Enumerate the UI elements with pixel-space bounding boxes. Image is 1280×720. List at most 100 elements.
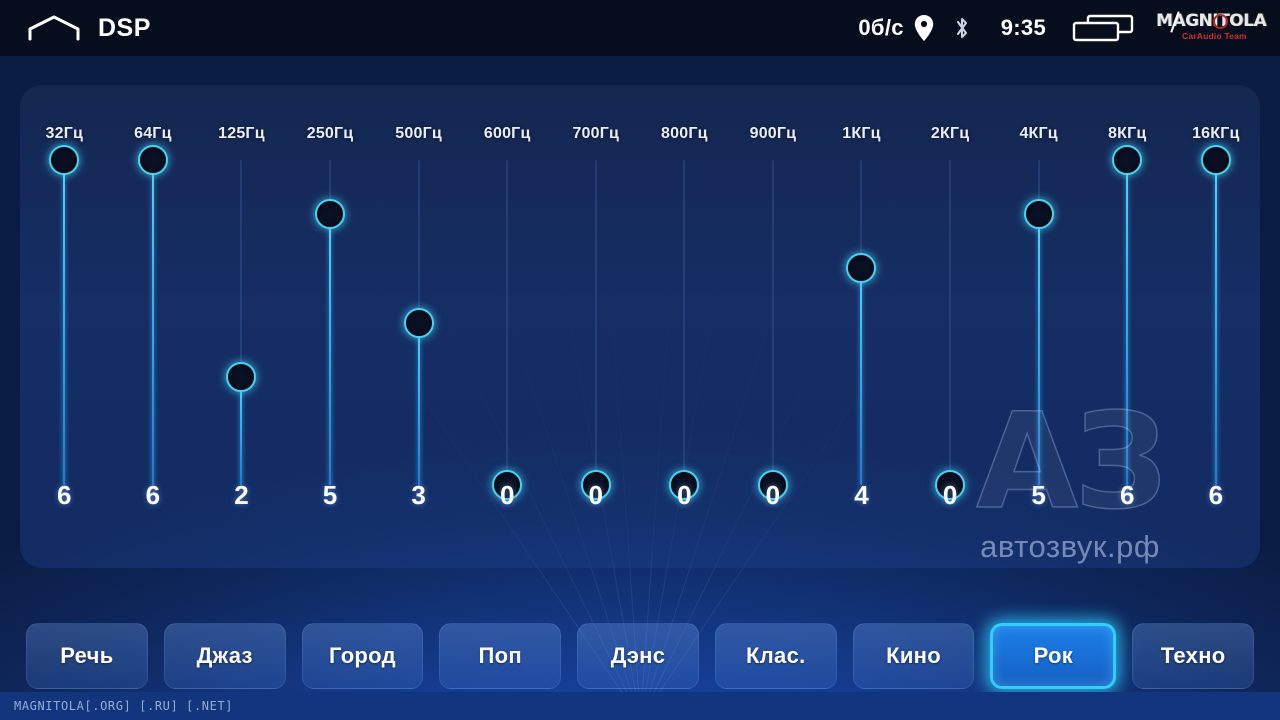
band-slider-fill (240, 376, 243, 485)
equalizer-band[interactable]: 8КГц 6 (1083, 85, 1172, 568)
battery-icon (1072, 14, 1134, 42)
band-slider-knob[interactable] (403, 307, 434, 338)
home-icon[interactable] (28, 15, 80, 41)
band-slider-fill (1126, 160, 1129, 485)
equalizer-band[interactable]: 700Гц 0 (551, 85, 640, 568)
band-slider-track[interactable] (949, 160, 952, 485)
band-slider-knob[interactable] (1200, 145, 1231, 175)
band-value-label: 0 (677, 480, 692, 510)
band-value-label: 5 (322, 480, 338, 510)
clock: 9:35 (1000, 15, 1046, 40)
band-slider-track[interactable] (594, 160, 597, 485)
band-value-label: 0 (499, 480, 515, 510)
band-value-label: 4 (854, 480, 869, 510)
preset-button-4[interactable]: Дэнс (577, 623, 699, 689)
status-bar: DSP 0б/c 9:35 MAGNITOLA CarAudio Team (0, 0, 1280, 56)
band-frequency-label: 1КГц (842, 125, 881, 142)
equalizer-band[interactable]: 32Гц 6 (20, 85, 109, 568)
preset-button-1[interactable]: Джаз (163, 623, 286, 689)
band-frequency-label: 8КГц (1108, 125, 1147, 142)
equalizer-band[interactable]: 600Гц 0 (463, 85, 552, 568)
location-pin-icon (914, 15, 933, 41)
bluetooth-icon (956, 17, 967, 39)
equalizer-bands: 32Гц 6 64Гц 6 125Гц 2 250Гц 5 500Гц 3 600Гц 0 700Гц 0… (20, 85, 1260, 568)
band-value-label: 0 (588, 480, 603, 510)
band-value-label: 5 (1031, 480, 1046, 510)
band-slider-knob[interactable] (49, 145, 80, 175)
equalizer-band[interactable]: 900Гц 0 (729, 85, 818, 568)
equalizer-band[interactable]: 1КГц 4 (817, 85, 906, 568)
band-frequency-label: 4КГц (1019, 125, 1058, 142)
band-value-label: 6 (57, 480, 72, 510)
band-slider-fill (63, 160, 66, 485)
equalizer-band[interactable]: 800Гц 0 (640, 85, 729, 568)
preset-button-label: Поп (478, 643, 522, 668)
band-slider-fill (1214, 160, 1217, 485)
equalizer-band[interactable]: 500Гц 3 (374, 85, 463, 568)
brand-logo-subtitle: CarAudio Team (1182, 31, 1247, 41)
band-slider-knob[interactable] (315, 199, 346, 230)
band-slider-knob[interactable] (226, 361, 257, 392)
preset-button-label: Клас. (746, 643, 806, 668)
band-slider-track[interactable] (683, 160, 686, 485)
band-frequency-label: 2КГц (930, 125, 970, 142)
preset-button-2[interactable]: Город (301, 623, 424, 689)
equalizer-band[interactable]: 4КГц 5 (994, 85, 1083, 568)
status-bar-right: 0б/c 9:35 MAGNITOLA CarAudio Team (858, 11, 1280, 45)
band-value-label: 2 (234, 480, 249, 510)
band-frequency-label: 64Гц (134, 125, 172, 142)
preset-button-7[interactable]: Рок (990, 623, 1117, 689)
site-credit-text: MAGNITOLA[.ORG] [.RU] [.NET] (14, 699, 234, 713)
band-frequency-label: 32Гц (45, 125, 84, 142)
band-frequency-label: 125Гц (218, 125, 265, 142)
band-value-label: 0 (765, 480, 781, 510)
band-value-label: 6 (1208, 480, 1224, 510)
page-title: DSP (98, 13, 151, 42)
band-slider-knob[interactable] (1023, 199, 1054, 230)
band-value-label: 0 (942, 480, 958, 510)
band-slider-track[interactable] (506, 160, 509, 485)
preset-button-label: Рок (1033, 643, 1074, 668)
brand-logo-ring (1213, 14, 1228, 29)
band-frequency-label: 700Гц (572, 125, 620, 142)
band-slider-knob[interactable] (137, 145, 168, 175)
band-slider-track[interactable] (771, 160, 774, 485)
equalizer-band[interactable]: 2КГц 0 (906, 85, 995, 568)
brand-logo: MAGNITOLA CarAudio Team (1156, 11, 1267, 45)
band-slider-fill (151, 160, 154, 485)
equalizer-band[interactable]: 16КГц 6 (1172, 85, 1261, 568)
band-frequency-label: 16КГц (1192, 125, 1240, 142)
equalizer-band[interactable]: 64Гц 6 (109, 85, 198, 568)
band-slider-fill (1037, 214, 1040, 485)
band-slider-fill (329, 214, 332, 485)
band-frequency-label: 800Гц (661, 125, 708, 142)
preset-button-label: Джаз (196, 643, 253, 668)
band-frequency-label: 900Гц (749, 125, 797, 142)
preset-button-label: Дэнс (610, 643, 666, 668)
band-frequency-label: 250Гц (306, 125, 354, 142)
preset-button-label: Речь (60, 643, 114, 668)
band-slider-fill (860, 268, 863, 485)
preset-button-label: Техно (1160, 643, 1226, 668)
dsp-screen: DSP 0б/c 9:35 MAGNITOLA CarAudio Team ав… (0, 0, 1280, 720)
band-slider-knob[interactable] (1112, 145, 1143, 175)
band-frequency-label: 500Гц (395, 125, 442, 142)
preset-button-3[interactable]: Поп (439, 623, 562, 689)
preset-bar: Речь Джаз Город Поп Дэнс Клас. Кино Рок Техно (0, 620, 1280, 692)
equalizer-band[interactable]: 250Гц 5 (286, 85, 375, 568)
band-value-label: 6 (1119, 480, 1135, 510)
preset-button-label: Кино (886, 643, 942, 668)
preset-button-6[interactable]: Кино (852, 623, 975, 689)
preset-button-8[interactable]: Техно (1132, 623, 1255, 689)
bottom-bar: MAGNITOLA[.ORG] [.RU] [.NET] (0, 692, 1280, 720)
preset-button-label: Город (329, 643, 396, 668)
band-value-label: 3 (411, 480, 426, 510)
preset-button-0[interactable]: Речь (26, 623, 148, 689)
equalizer-band[interactable]: 125Гц 2 (197, 85, 286, 568)
band-slider-knob[interactable] (846, 253, 877, 284)
speed-indicator: 0б/c (858, 15, 904, 40)
band-value-label: 6 (145, 480, 161, 510)
preset-button-5[interactable]: Клас. (714, 623, 837, 689)
band-frequency-label: 600Гц (483, 125, 531, 142)
band-slider-fill (417, 322, 420, 485)
